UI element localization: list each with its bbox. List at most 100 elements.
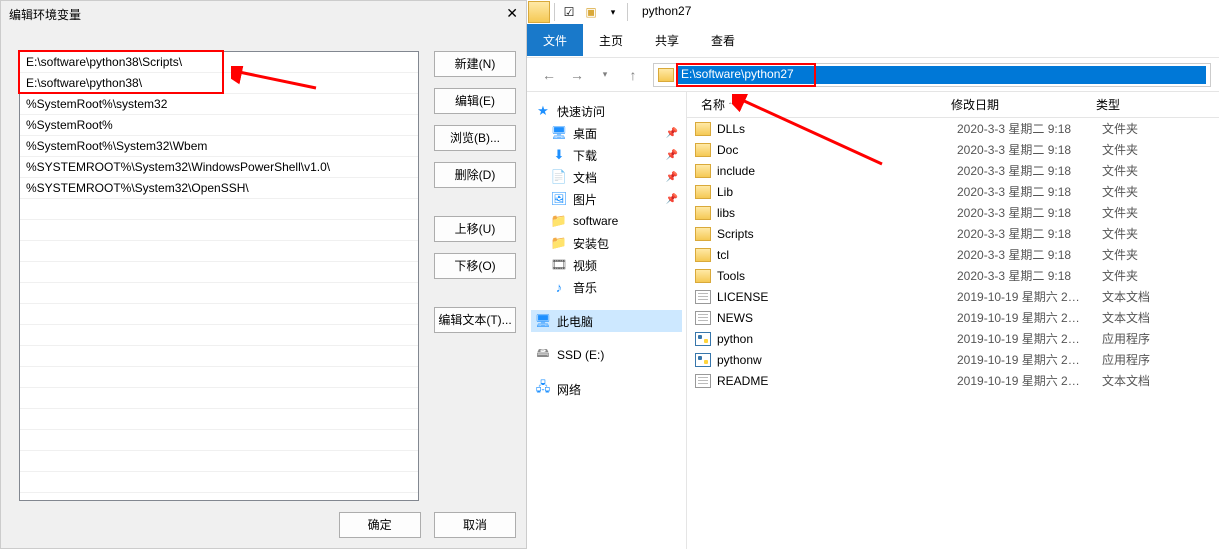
address-text[interactable]: E:\software\python27 xyxy=(678,66,1206,84)
browse-button[interactable]: 浏览(B)... xyxy=(434,125,516,151)
move-down-button[interactable]: 下移(O) xyxy=(434,253,516,279)
desktop-icon: 🖥 xyxy=(551,125,567,141)
path-item[interactable] xyxy=(20,262,418,283)
file-name: python xyxy=(717,332,951,346)
file-row[interactable]: LICENSE2019-10-19 星期六 2…文本文档 xyxy=(687,286,1219,307)
path-item[interactable]: %SYSTEMROOT%\System32\WindowsPowerShell\… xyxy=(20,157,418,178)
tree-ssd[interactable]: 🖴SSD (E:) xyxy=(531,344,682,366)
tree-this-pc[interactable]: 🖥此电脑 xyxy=(531,310,682,332)
path-item[interactable] xyxy=(20,451,418,472)
folder-icon xyxy=(695,206,711,220)
file-row[interactable]: DLLs2020-3-3 星期二 9:18文件夹 xyxy=(687,118,1219,139)
path-item[interactable] xyxy=(20,430,418,451)
path-item[interactable] xyxy=(20,325,418,346)
column-headers: 名称ˆ 修改日期 类型 xyxy=(687,92,1219,118)
file-row[interactable]: python2019-10-19 星期六 2…应用程序 xyxy=(687,328,1219,349)
tree-pictures[interactable]: 🖼图片📌 xyxy=(531,188,682,210)
col-name[interactable]: 名称ˆ xyxy=(695,96,945,113)
folder-icon xyxy=(695,248,711,262)
file-row[interactable]: NEWS2019-10-19 星期六 2…文本文档 xyxy=(687,307,1219,328)
computer-icon: 🖥 xyxy=(535,313,551,329)
file-row[interactable]: libs2020-3-3 星期二 9:18文件夹 xyxy=(687,202,1219,223)
document-icon: 📄 xyxy=(551,169,567,185)
path-item[interactable] xyxy=(20,199,418,220)
path-item[interactable] xyxy=(20,304,418,325)
tab-share[interactable]: 共享 xyxy=(639,24,695,56)
file-row[interactable]: include2020-3-3 星期二 9:18文件夹 xyxy=(687,160,1219,181)
file-date: 2020-3-3 星期二 9:18 xyxy=(951,141,1096,158)
tree-network[interactable]: 🖧网络 xyxy=(531,378,682,400)
folder-icon xyxy=(695,185,711,199)
edit-text-button[interactable]: 编辑文本(T)... xyxy=(434,307,516,333)
tree-label: 图片 xyxy=(573,191,597,208)
folder-icon: 📁 xyxy=(551,235,567,251)
python-icon xyxy=(695,332,711,346)
up-icon[interactable]: ↑ xyxy=(621,63,645,87)
folder-icon xyxy=(695,227,711,241)
new-button[interactable]: 新建(N) xyxy=(434,51,516,77)
tree-software[interactable]: 📁software xyxy=(531,210,682,232)
tree-packages[interactable]: 📁安装包 xyxy=(531,232,682,254)
col-date[interactable]: 修改日期 xyxy=(945,96,1090,113)
path-item[interactable] xyxy=(20,220,418,241)
move-up-button[interactable]: 上移(U) xyxy=(434,216,516,242)
path-list[interactable]: E:\software\python38\Scripts\ E:\softwar… xyxy=(19,51,419,501)
file-row[interactable]: tcl2020-3-3 星期二 9:18文件夹 xyxy=(687,244,1219,265)
file-row[interactable]: README2019-10-19 星期六 2…文本文档 xyxy=(687,370,1219,391)
path-item[interactable] xyxy=(20,367,418,388)
path-item[interactable]: E:\software\python38\Scripts\ xyxy=(20,52,418,73)
chevron-down-icon[interactable]: ▾ xyxy=(604,3,622,21)
tab-home[interactable]: 主页 xyxy=(583,24,639,56)
tree-music[interactable]: ♪音乐 xyxy=(531,276,682,298)
path-item[interactable]: %SYSTEMROOT%\System32\OpenSSH\ xyxy=(20,178,418,199)
file-row[interactable]: pythonw2019-10-19 星期六 2…应用程序 xyxy=(687,349,1219,370)
file-row[interactable]: Scripts2020-3-3 星期二 9:18文件夹 xyxy=(687,223,1219,244)
tree-quick-access[interactable]: ★快速访问 xyxy=(531,100,682,122)
back-icon[interactable]: ← xyxy=(537,63,561,87)
path-item[interactable] xyxy=(20,388,418,409)
path-item[interactable]: %SystemRoot% xyxy=(20,115,418,136)
file-type: 文本文档 xyxy=(1096,288,1176,305)
file-row[interactable]: Doc2020-3-3 星期二 9:18文件夹 xyxy=(687,139,1219,160)
tree-desktop[interactable]: 🖥桌面📌 xyxy=(531,122,682,144)
tree-documents[interactable]: 📄文档📌 xyxy=(531,166,682,188)
edit-button[interactable]: 编辑(E) xyxy=(434,88,516,114)
file-type: 文本文档 xyxy=(1096,309,1176,326)
new-folder-icon[interactable]: ▣ xyxy=(582,3,600,21)
folder-icon: 📁 xyxy=(551,213,567,229)
forward-icon[interactable]: → xyxy=(565,63,589,87)
file-date: 2019-10-19 星期六 2… xyxy=(951,372,1096,389)
path-item[interactable]: E:\software\python38\ xyxy=(20,73,418,94)
file-row[interactable]: Tools2020-3-3 星期二 9:18文件夹 xyxy=(687,265,1219,286)
path-item[interactable] xyxy=(20,472,418,493)
tree-videos[interactable]: 🎞视频 xyxy=(531,254,682,276)
tree-label: 网络 xyxy=(557,381,581,398)
col-type[interactable]: 类型 xyxy=(1090,96,1170,113)
address-bar[interactable]: E:\software\python27 xyxy=(653,63,1211,87)
pin-icon: 📌 xyxy=(666,172,678,183)
tab-view[interactable]: 查看 xyxy=(695,24,751,56)
ok-button[interactable]: 确定 xyxy=(339,512,421,538)
file-name: Tools xyxy=(717,269,951,283)
file-type: 文件夹 xyxy=(1096,162,1176,179)
drive-icon: 🖴 xyxy=(535,347,551,363)
env-dialog: 编辑环境变量 ✕ E:\software\python38\Scripts\ E… xyxy=(0,0,527,549)
delete-button[interactable]: 删除(D) xyxy=(434,162,516,188)
tab-file[interactable]: 文件 xyxy=(527,24,583,56)
path-item[interactable]: %SystemRoot%\System32\Wbem xyxy=(20,136,418,157)
file-explorer: ☑ ▣ ▾ python27 文件 主页 共享 查看 ← → ▾ ↑ E:\so… xyxy=(527,0,1219,549)
cancel-button[interactable]: 取消 xyxy=(434,512,516,538)
pin-icon: 📌 xyxy=(666,150,678,161)
file-type: 应用程序 xyxy=(1096,351,1176,368)
properties-icon[interactable]: ☑ xyxy=(560,3,578,21)
path-item[interactable] xyxy=(20,346,418,367)
path-item[interactable] xyxy=(20,241,418,262)
close-icon[interactable]: ✕ xyxy=(506,5,518,22)
folder-icon[interactable] xyxy=(528,1,550,23)
path-item[interactable]: %SystemRoot%\system32 xyxy=(20,94,418,115)
file-row[interactable]: Lib2020-3-3 星期二 9:18文件夹 xyxy=(687,181,1219,202)
tree-downloads[interactable]: ⬇下载📌 xyxy=(531,144,682,166)
chevron-down-icon[interactable]: ▾ xyxy=(593,63,617,87)
path-item[interactable] xyxy=(20,409,418,430)
path-item[interactable] xyxy=(20,283,418,304)
